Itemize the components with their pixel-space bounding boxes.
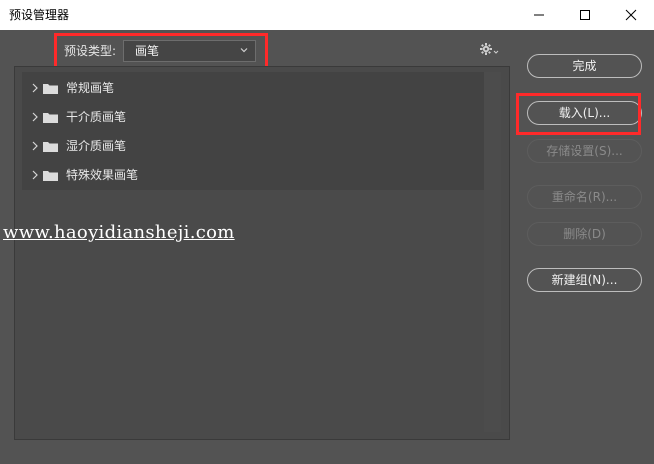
list-item[interactable]: 湿介质画笔 xyxy=(22,132,484,161)
chevron-right-icon[interactable] xyxy=(31,83,39,93)
chevron-right-icon[interactable] xyxy=(31,141,39,151)
chevron-right-icon[interactable] xyxy=(31,112,39,122)
gear-icon[interactable] xyxy=(479,42,499,58)
list-item-label: 特殊效果画笔 xyxy=(66,168,139,182)
new-group-button[interactable]: 新建组(N)... xyxy=(527,268,642,292)
highlight-box-load xyxy=(516,93,641,135)
rename-button[interactable]: 重命名(R)... xyxy=(527,185,642,209)
maximize-icon xyxy=(580,10,590,20)
list-item[interactable]: 干介质画笔 xyxy=(22,103,484,132)
window-title: 预设管理器 xyxy=(9,8,70,22)
minimize-button[interactable] xyxy=(516,0,562,30)
folder-icon xyxy=(43,171,58,181)
chevron-right-icon[interactable] xyxy=(31,170,39,180)
minimize-icon xyxy=(534,14,544,16)
list-item-label: 常规画笔 xyxy=(66,81,115,95)
close-button[interactable] xyxy=(608,0,654,30)
folder-icon xyxy=(43,113,58,123)
save-settings-button[interactable]: 存储设置(S)... xyxy=(527,139,642,163)
list-item-label: 干介质画笔 xyxy=(66,110,127,124)
delete-button[interactable]: 删除(D) xyxy=(527,222,642,246)
close-icon xyxy=(625,9,637,21)
done-button[interactable]: 完成 xyxy=(527,54,642,78)
maximize-button[interactable] xyxy=(562,0,608,30)
folder-icon xyxy=(43,142,58,152)
list-item[interactable]: 常规画笔 xyxy=(22,74,484,103)
title-bar: 预设管理器 xyxy=(0,0,654,30)
list-scrollbar[interactable] xyxy=(484,72,501,432)
watermark-text: www.haoyidianshejі.com xyxy=(3,222,235,243)
list-item-label: 湿介质画笔 xyxy=(66,139,127,153)
list-item[interactable]: 特殊效果画笔 xyxy=(22,161,484,190)
folder-icon xyxy=(43,84,58,94)
